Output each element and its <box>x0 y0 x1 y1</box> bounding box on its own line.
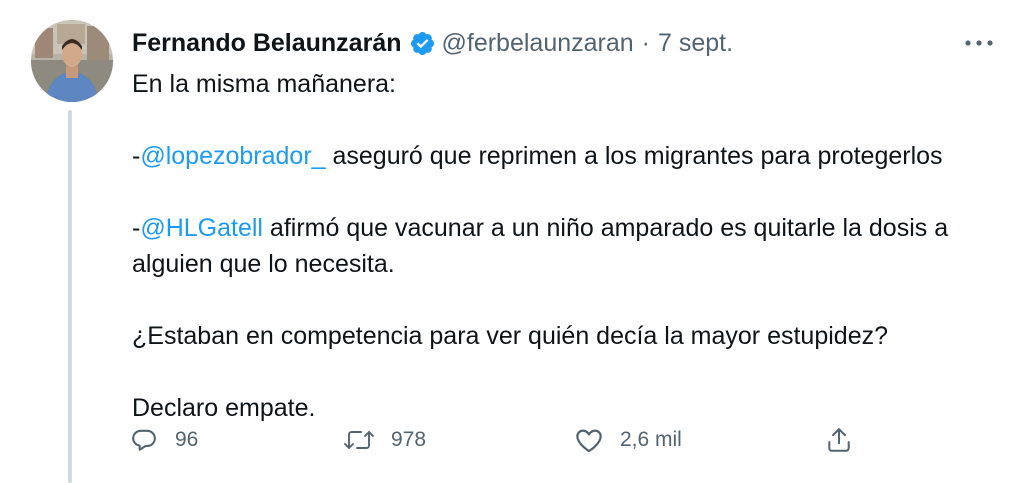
author-name[interactable]: Fernando Belaunzarán <box>132 29 402 58</box>
heart-icon <box>575 427 603 453</box>
like-count: 2,6 mil <box>620 428 682 451</box>
tweet-paragraph-3: -@HLGatell afirmó que vacunar a un niño … <box>132 210 962 282</box>
tweet-card[interactable]: Fernando Belaunzarán @ferbelaunzaran · 7… <box>0 0 1024 483</box>
like-button[interactable]: 2,6 mil <box>575 420 682 460</box>
paragraph-text: aseguró que reprimen a los migrantes par… <box>325 142 943 170</box>
mention-lopezobrador[interactable]: @lopezobrador_ <box>140 142 325 170</box>
tweet-paragraph-2: -@lopezobrador_ aseguró que reprimen a l… <box>132 138 962 174</box>
author-handle[interactable]: @ferbelaunzaran <box>442 29 634 58</box>
mention-hlgatell[interactable]: @HLGatell <box>140 214 263 242</box>
reply-button[interactable]: 96 <box>131 420 198 460</box>
header-separator: · <box>641 28 650 57</box>
avatar[interactable] <box>31 20 113 102</box>
tweet-line-1: En la misma mañanera: <box>132 70 397 98</box>
tweet-actions: 96 978 2,6 mil <box>0 420 1024 460</box>
share-button[interactable] <box>826 420 852 460</box>
retweet-button[interactable]: 978 <box>343 420 426 460</box>
tweet-date[interactable]: 7 sept. <box>658 29 733 58</box>
share-icon <box>826 426 852 454</box>
more-horizontal-icon[interactable] <box>962 30 996 56</box>
avatar-photo <box>31 20 113 102</box>
reply-count: 96 <box>175 428 199 451</box>
reply-icon <box>131 427 157 453</box>
retweet-icon <box>343 427 375 453</box>
tweet-header: Fernando Belaunzarán @ferbelaunzaran · 7… <box>132 26 733 60</box>
verified-badge-icon <box>409 30 436 57</box>
tweet-paragraph-4: ¿Estaban en competencia para ver quién d… <box>132 322 889 350</box>
tweet-text: En la misma mañanera: -@lopezobrador_ as… <box>132 66 962 426</box>
retweet-count: 978 <box>391 428 427 451</box>
